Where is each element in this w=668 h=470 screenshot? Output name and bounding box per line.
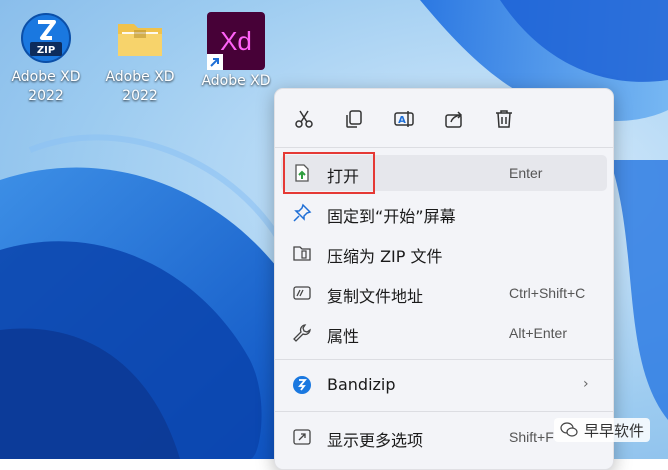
menu-item-properties[interactable]: 属性 Alt+Enter [281,315,607,351]
zip-archive-icon: ZIP [20,12,72,64]
menu-item-compress-zip[interactable]: 压缩为 ZIP 文件 [281,235,607,271]
folder-icon [114,12,166,64]
desktop-icon-adobe-xd-shortcut[interactable]: Xd Adobe XD [190,12,282,91]
context-menu: A 打开 Enter 固定到“开始”屏幕 压缩为 ZIP 文件 复制文件地址 C… [274,88,614,470]
menu-item-shortcut: Ctrl+Shift+C [509,285,586,301]
chevron-right-icon: › [583,376,589,392]
rename-icon: A [394,111,414,127]
svg-text:ZIP: ZIP [37,45,55,56]
menu-item-label: 复制文件地址 [327,287,424,306]
share-icon [445,111,463,128]
copy-button[interactable] [339,105,369,133]
desktop-icon-adobe-xd-installer[interactable]: ZIP Adobe XD 2022 [0,12,92,106]
context-menu-toolbar: A [275,89,613,147]
cut-icon [295,110,313,128]
menu-item-shortcut: Shift+F [509,429,554,445]
menu-item-bandizip[interactable]: Bandizip › [281,367,607,403]
menu-separator [275,411,613,412]
menu-item-shortcut: Enter [509,165,543,181]
menu-item-label: 显示更多选项 [327,431,424,450]
delete-icon [496,110,512,128]
delete-button[interactable] [489,105,519,133]
desktop-icon-label: Adobe XD [201,73,271,89]
wrench-icon [291,323,313,343]
desktop-icon-adobe-xd-folder[interactable]: Adobe XD 2022 [94,12,186,106]
copy-icon [346,110,362,128]
menu-separator [275,147,613,148]
zip-folder-icon [291,243,313,263]
shortcut-arrow-icon [207,54,223,70]
highlight-box [283,152,375,194]
adobe-xd-shortcut-icon: Xd [207,12,265,70]
menu-item-label: 固定到“开始”屏幕 [327,207,456,226]
menu-separator [275,359,613,360]
menu-item-pin-to-start[interactable]: 固定到“开始”屏幕 [281,195,607,231]
bandizip-icon [291,375,313,395]
menu-item-label: 属性 [327,327,360,346]
watermark-text: 早早软件 [584,421,645,440]
rename-button[interactable]: A [389,105,419,133]
desktop-icon-label: Adobe XD 2022 [105,69,175,104]
more-options-icon [291,427,313,447]
menu-item-label: Bandizip [327,375,396,394]
svg-text:A: A [398,115,406,126]
xd-logo-text: Xd [220,25,252,56]
cut-button[interactable] [289,105,319,133]
copy-path-icon [291,283,313,303]
pin-icon [291,203,313,223]
menu-item-shortcut: Alt+Enter [509,325,567,341]
watermark: 早早软件 [554,418,651,442]
menu-item-label: 压缩为 ZIP 文件 [327,247,443,266]
menu-item-copy-path[interactable]: 复制文件地址 Ctrl+Shift+C [281,275,607,311]
wechat-icon [560,422,578,437]
share-button[interactable] [439,105,469,133]
desktop-icon-label: Adobe XD 2022 [11,69,81,104]
